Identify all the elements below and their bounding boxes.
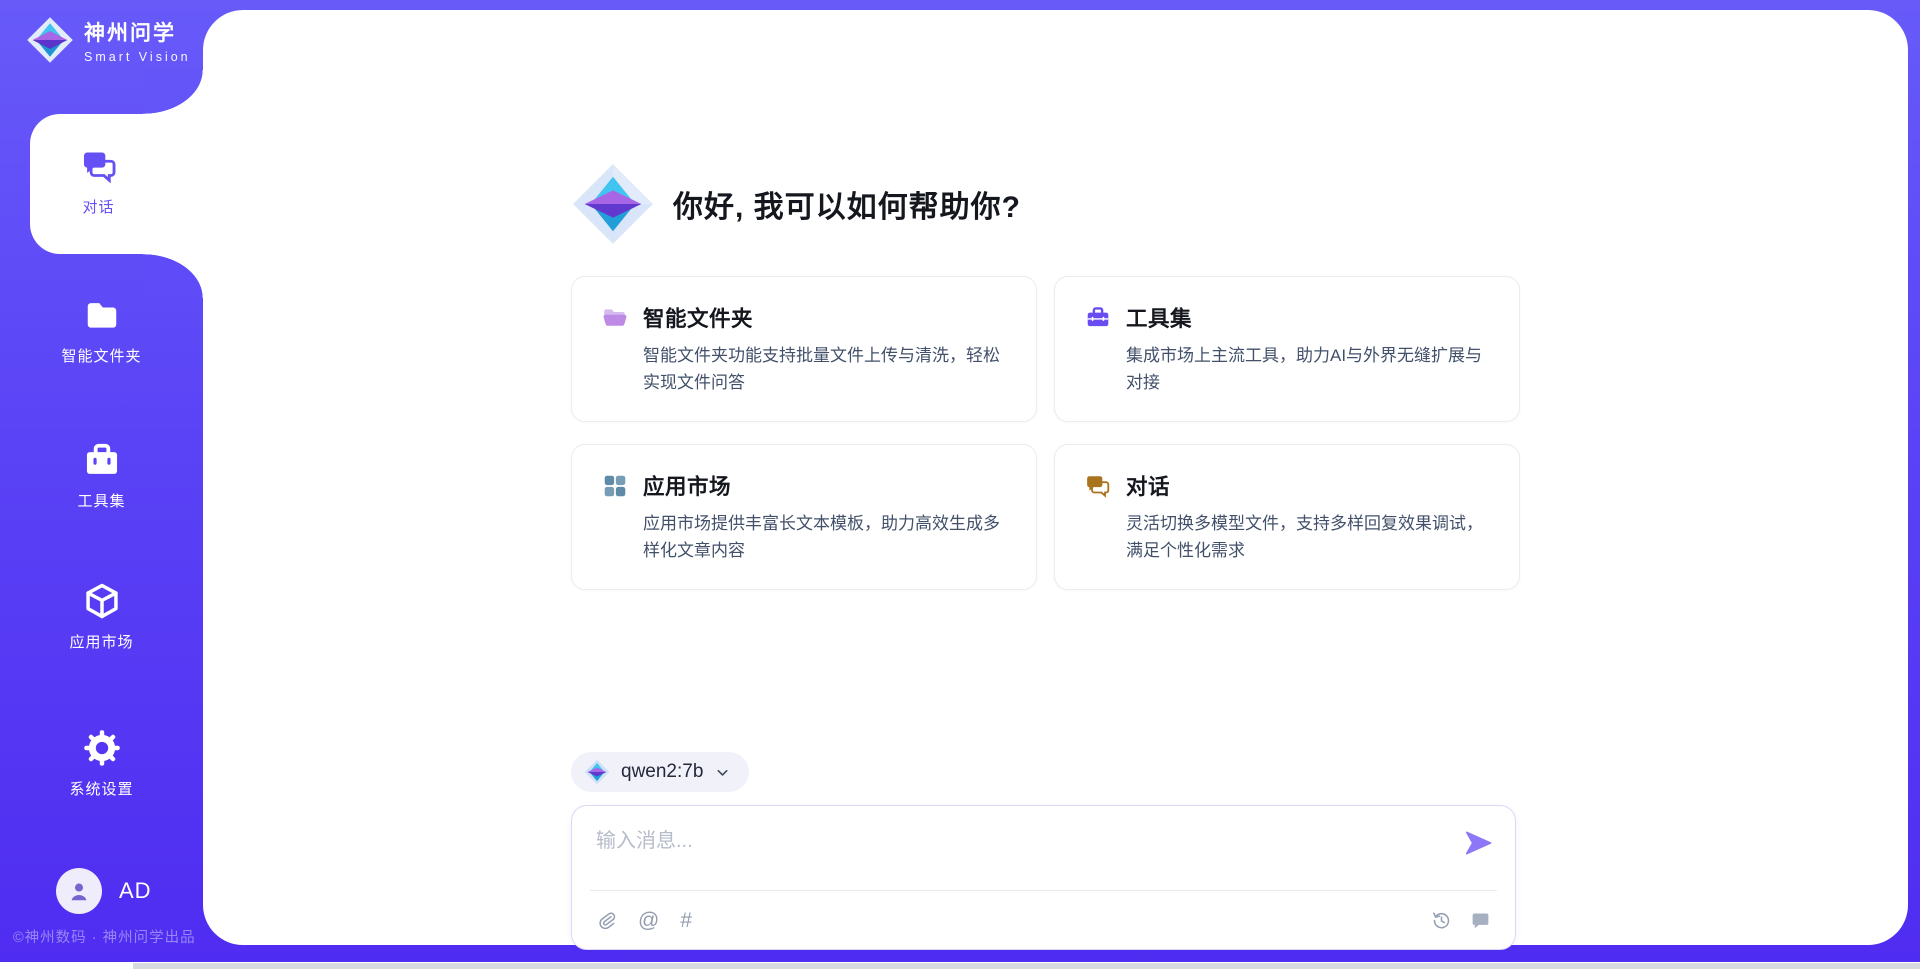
card-head: 工具集 — [1085, 302, 1489, 333]
card-title: 工具集 — [1126, 302, 1192, 333]
chat-icon — [80, 147, 118, 185]
attach-button[interactable] — [596, 910, 617, 931]
brand-diamond-logo — [26, 16, 74, 64]
toolbox-icon — [83, 441, 121, 479]
avatar — [56, 868, 102, 914]
card-title: 智能文件夹 — [643, 302, 753, 333]
card-title: 对话 — [1126, 470, 1170, 501]
card-head: 智能文件夹 — [602, 302, 1006, 333]
horizontal-scrollbar[interactable] — [0, 962, 1920, 970]
card-app-market[interactable]: 应用市场 应用市场提供丰富长文本模板，助力高效生成多样化文章内容 — [571, 444, 1037, 590]
gear-icon — [83, 729, 121, 767]
mention-button[interactable]: @ — [638, 910, 659, 931]
brand: 神州问学 Smart Vision — [26, 16, 191, 64]
card-smart-folder[interactable]: 智能文件夹 智能文件夹功能支持批量文件上传与清洗，轻松实现文件问答 — [571, 276, 1037, 422]
input-toolbar: @ # — [596, 891, 1491, 949]
send-button[interactable] — [1463, 828, 1493, 858]
feature-cards: 智能文件夹 智能文件夹功能支持批量文件上传与清洗，轻松实现文件问答 工具集 集成… — [571, 276, 1521, 590]
person-icon — [66, 878, 92, 904]
card-head: 对话 — [1085, 470, 1489, 501]
comment-button[interactable] — [1470, 910, 1491, 931]
sidebar-item-smart-folder[interactable]: 智能文件夹 — [0, 296, 203, 366]
card-description: 应用市场提供丰富长文本模板，助力高效生成多样化文章内容 — [643, 510, 1015, 564]
model-selector[interactable]: qwen2:7b — [571, 752, 749, 792]
card-toolset[interactable]: 工具集 集成市场上主流工具，助力AI与外界无缝扩展与对接 — [1054, 276, 1520, 422]
hashtag-button[interactable]: # — [680, 910, 692, 931]
folder-open-icon — [602, 305, 628, 331]
sidebar-item-label: 对话 — [82, 196, 114, 217]
sidebar: 神州问学 Smart Vision 对话 智能文件夹 工具集 — [0, 0, 203, 970]
paperclip-icon — [596, 910, 617, 931]
card-description: 智能文件夹功能支持批量文件上传与清洗，轻松实现文件问答 — [643, 342, 1015, 396]
sidebar-item-label: 系统设置 — [69, 778, 133, 799]
brand-subtitle: Smart Vision — [84, 50, 191, 64]
card-description: 灵活切换多模型文件，支持多样回复效果调试，满足个性化需求 — [1126, 510, 1498, 564]
card-title: 应用市场 — [643, 470, 731, 501]
greeting-title: 你好, 我可以如何帮助你? — [673, 182, 1021, 226]
history-icon — [1431, 910, 1452, 931]
brand-diamond-logo-small — [584, 759, 610, 785]
composer: qwen2:7b — [571, 752, 1521, 950]
greeting: 你好, 我可以如何帮助你? — [571, 162, 1521, 246]
brand-name: 神州问学 — [84, 17, 191, 47]
content-column: 你好, 我可以如何帮助你? 智能文件夹 智能文件夹功能支持批量文件上传与清洗，轻… — [571, 10, 1521, 950]
brand-text: 神州问学 Smart Vision — [84, 17, 191, 64]
sidebar-item-chat[interactable]: 对话 — [30, 114, 203, 254]
sidebar-item-label: 工具集 — [77, 490, 125, 511]
chat-icon — [1085, 473, 1111, 499]
sidebar-item-label: 应用市场 — [69, 631, 133, 652]
sidebar-item-app-market[interactable]: 应用市场 — [0, 582, 203, 652]
horizontal-scrollbar-track[interactable] — [133, 963, 1920, 969]
sidebar-item-label: 智能文件夹 — [61, 345, 141, 366]
message-input-card: @ # — [571, 805, 1516, 950]
sidebar-item-settings[interactable]: 系统设置 — [0, 729, 203, 799]
card-chat[interactable]: 对话 灵活切换多模型文件，支持多样回复效果调试，满足个性化需求 — [1054, 444, 1520, 590]
comment-icon — [1470, 910, 1491, 931]
toolbox-icon — [1085, 305, 1111, 331]
main-panel: 你好, 我可以如何帮助你? 智能文件夹 智能文件夹功能支持批量文件上传与清洗，轻… — [203, 10, 1908, 945]
brand-diamond-logo-large — [571, 162, 655, 246]
message-input[interactable] — [596, 824, 1426, 882]
user-account[interactable]: AD — [56, 868, 152, 914]
model-name: qwen2:7b — [621, 761, 703, 783]
sidebar-item-toolset[interactable]: 工具集 — [0, 441, 203, 511]
grid-icon — [602, 473, 628, 499]
history-button[interactable] — [1431, 910, 1452, 931]
copyright-footer: ©神州数码 · 神州问学出品 — [13, 926, 196, 947]
user-name: AD — [119, 878, 152, 904]
cube-icon — [83, 582, 121, 620]
card-description: 集成市场上主流工具，助力AI与外界无缝扩展与对接 — [1126, 342, 1498, 396]
toolbar-left: @ # — [596, 910, 692, 931]
card-head: 应用市场 — [602, 470, 1006, 501]
chevron-down-icon — [714, 764, 731, 781]
folder-icon — [83, 296, 121, 334]
send-icon — [1463, 828, 1493, 858]
toolbar-right — [1431, 910, 1491, 931]
